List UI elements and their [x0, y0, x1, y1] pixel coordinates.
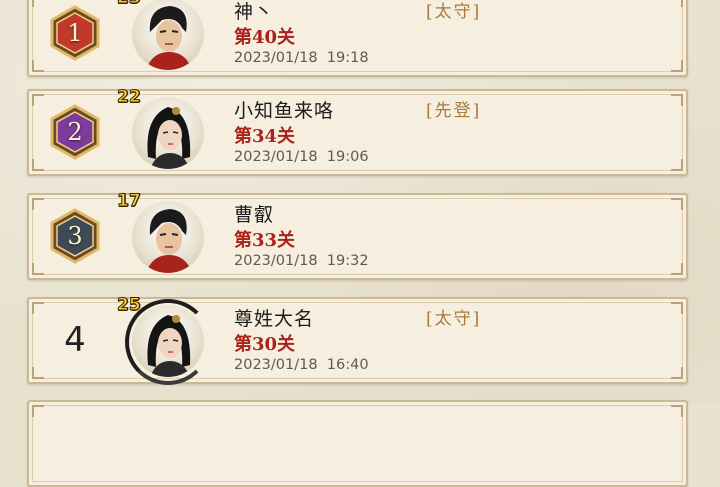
ranking-row-3[interactable]: 3 17 曹叡 第33关 2023/01/18 19:32	[27, 191, 688, 280]
rank-number: 1	[67, 19, 83, 47]
stage-reached: 第40关	[234, 27, 296, 48]
corner-ornament	[32, 367, 44, 379]
player-name: 神丶	[234, 1, 275, 23]
avatar[interactable]	[132, 0, 204, 70]
player-level: 23	[117, 0, 142, 9]
player-level: 22	[117, 87, 142, 108]
corner-ornament	[671, 405, 683, 417]
rank-number: 3	[67, 222, 83, 250]
corner-ornament	[671, 367, 683, 379]
corner-ornament	[671, 302, 683, 314]
player-level: 17	[117, 191, 142, 212]
ranking-row-5[interactable]	[27, 400, 688, 487]
stage-reached: 第34关	[234, 126, 296, 147]
stage-reached: 第33关	[234, 230, 296, 251]
corner-ornament	[32, 405, 44, 417]
ranking-row-4[interactable]: 4 25 尊姓大名 [太守] 第30关 2023/01/18 16:40	[27, 295, 688, 385]
rank-badge-icon: 2	[47, 104, 103, 160]
corner-ornament	[32, 0, 44, 7]
corner-ornament	[32, 94, 44, 106]
rank-number: 2	[67, 118, 83, 146]
player-title: [太守]	[426, 2, 482, 22]
corner-ornament	[671, 0, 683, 7]
avatar[interactable]	[132, 97, 204, 169]
avatar[interactable]	[132, 305, 204, 377]
corner-ornament	[671, 60, 683, 72]
rank-badge-icon: 3	[47, 208, 103, 264]
corner-ornament	[32, 60, 44, 72]
corner-ornament	[671, 159, 683, 171]
male-warrior-portrait-icon	[146, 6, 192, 70]
corner-ornament	[671, 198, 683, 210]
record-time: 2023/01/18 19:06	[234, 149, 369, 165]
corner-ornament	[671, 94, 683, 106]
ranking-row-1[interactable]: 1 23 神丶 [太守] 第40关 2023/01/18 19:18	[27, 0, 688, 77]
record-time: 2023/01/18 19:18	[234, 50, 369, 66]
player-name: 曹叡	[234, 204, 275, 226]
ranking-row-2[interactable]: 2 22 小知鱼来咯 [先登] 第34关 2023/01/18 19:06	[27, 87, 688, 176]
rank-badge-icon: 1	[47, 5, 103, 61]
player-level: 25	[117, 295, 142, 316]
stage-reached: 第30关	[234, 334, 296, 355]
player-name: 小知鱼来咯	[234, 100, 335, 122]
corner-ornament	[32, 263, 44, 275]
rank-number: 4	[64, 320, 86, 360]
player-title: [太守]	[426, 309, 482, 329]
corner-ornament	[32, 302, 44, 314]
avatar[interactable]	[132, 201, 204, 273]
corner-ornament	[32, 198, 44, 210]
female-warrior-portrait-icon	[147, 107, 191, 169]
player-title: [先登]	[426, 101, 482, 121]
female-warrior-portrait-icon	[147, 315, 191, 377]
corner-ornament	[671, 263, 683, 275]
male-warrior-portrait-icon	[146, 209, 192, 273]
record-time: 2023/01/18 19:32	[234, 253, 369, 269]
corner-ornament	[32, 159, 44, 171]
record-time: 2023/01/18 16:40	[234, 357, 369, 373]
player-name: 尊姓大名	[234, 308, 315, 330]
